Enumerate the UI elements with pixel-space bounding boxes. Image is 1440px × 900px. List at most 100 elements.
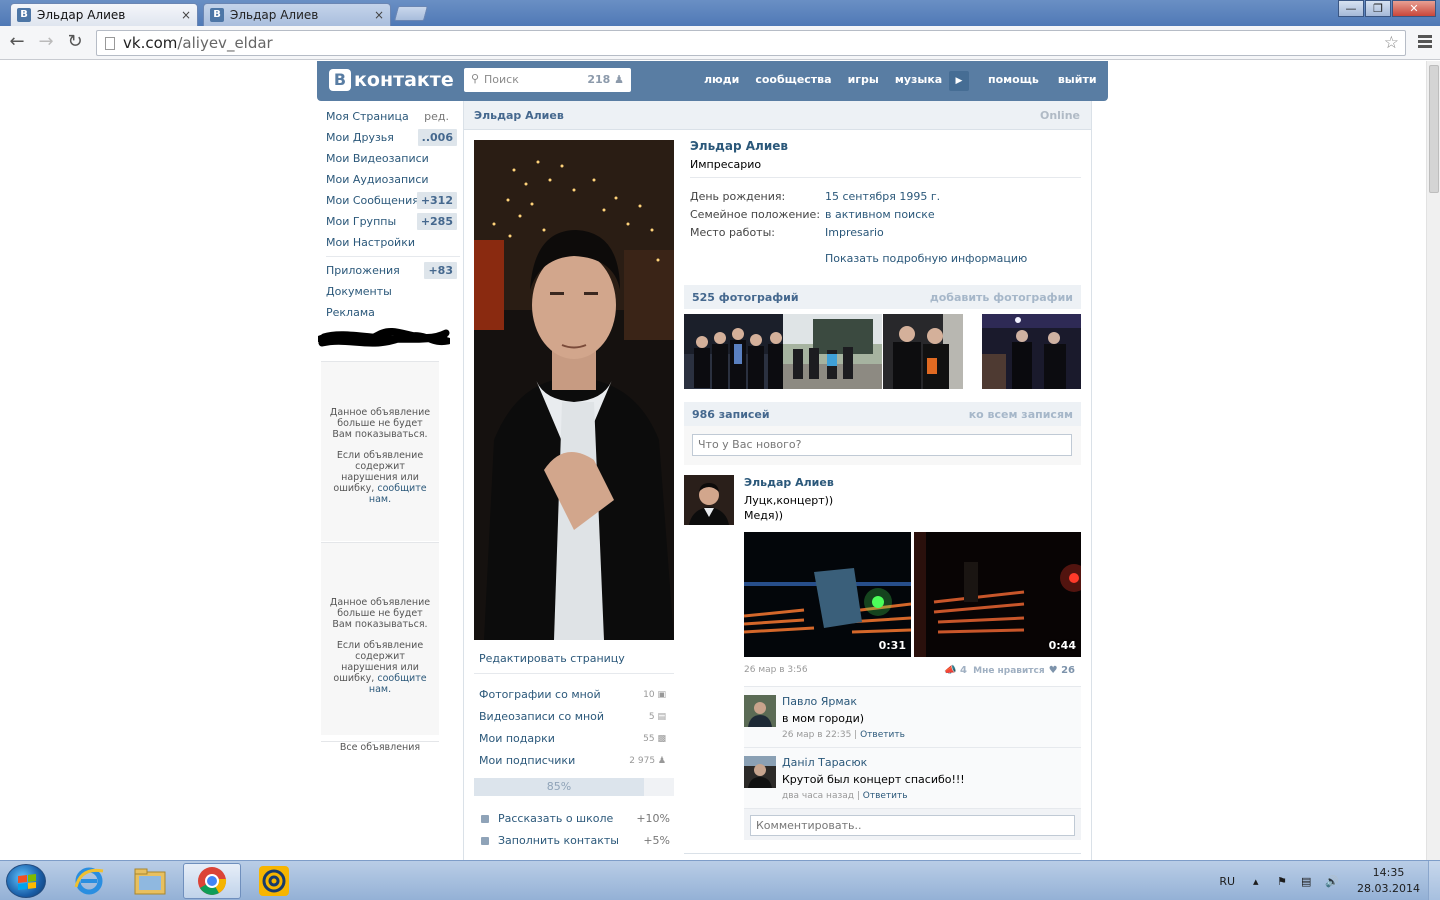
mail-agent-icon [259, 866, 289, 896]
language-indicator[interactable]: RU [1219, 875, 1235, 888]
menu-my-groups[interactable]: Мои Группы +285 [320, 211, 460, 232]
back-arrow-icon[interactable]: ← [6, 32, 28, 54]
profile-status[interactable]: Импресарио [690, 158, 761, 171]
like-button[interactable]: Мне нравится ♥ 26 [973, 665, 1075, 676]
school-icon [481, 815, 489, 823]
menu-my-settings[interactable]: Мои Настройки [320, 232, 460, 253]
add-photos-link[interactable]: добавить фотографии [930, 291, 1073, 304]
divider [690, 177, 1081, 178]
scrollbar-thumb[interactable] [1429, 65, 1439, 193]
page-title: Эльдар Алиев [474, 109, 564, 122]
maximize-button[interactable]: ❐ [1365, 0, 1391, 17]
comment-author[interactable]: Павло Ярмак [782, 695, 857, 708]
new-tab-button[interactable] [393, 6, 429, 21]
share-button[interactable]: 📣 4 [944, 665, 967, 676]
report-ad-link[interactable]: сообщите нам. [369, 483, 427, 505]
online-friends-count[interactable]: 218 ♟ [587, 73, 624, 86]
reply-link[interactable]: Ответить [860, 730, 905, 740]
comment-author[interactable]: Даніл Тарасюк [782, 756, 867, 769]
edit-page-link[interactable]: Редактировать страницу [474, 648, 674, 674]
photo-thumb[interactable] [981, 314, 1081, 389]
start-button[interactable] [6, 864, 46, 898]
address-bar[interactable]: vk.com/aliyev_eldar ☆ [96, 30, 1406, 56]
post-author-name[interactable]: Эльдар Алиев [744, 476, 834, 489]
bookmark-star-icon[interactable]: ☆ [1384, 33, 1399, 53]
comment-avatar[interactable] [744, 695, 776, 727]
minimize-button[interactable]: — [1338, 0, 1364, 17]
post-date[interactable]: 26 мар в 3:56 [744, 665, 808, 675]
taskbar-explorer[interactable] [121, 863, 179, 899]
messages-badge: +312 [416, 192, 457, 209]
photo-thumb[interactable] [684, 314, 783, 389]
nav-music[interactable]: музыка [895, 73, 942, 86]
windows-taskbar: RU ▴ ⚑ ▤ 🔊 14:35 28.03.2014 [0, 860, 1440, 900]
relationship-value[interactable]: в активном поиске [825, 208, 935, 221]
action-center-flag-icon[interactable]: ⚑ [1277, 875, 1291, 888]
profile-photo[interactable] [474, 140, 674, 640]
tab-title: Эльдар Алиев [37, 8, 126, 22]
new-post-input[interactable]: Что у Вас нового? [692, 434, 1072, 456]
menu-my-audio[interactable]: Мои Аудиозаписи [320, 169, 460, 190]
menu-ads[interactable]: Реклама [320, 302, 460, 323]
task-contacts[interactable]: Заполнить контакты +5% [474, 830, 674, 852]
search-input[interactable]: ⚲ Поиск 218 ♟ [464, 68, 631, 92]
clock[interactable]: 14:35 28.03.2014 [1357, 865, 1420, 897]
wall-count-link[interactable]: 986 записей [692, 408, 770, 421]
music-play-icon[interactable]: ▶ [949, 71, 969, 91]
report-ad-link[interactable]: сообщите нам. [369, 673, 427, 695]
tab-close-icon[interactable]: × [374, 8, 384, 22]
menu-my-page[interactable]: Моя Страница ред. [320, 106, 460, 127]
nav-people[interactable]: люди [704, 73, 739, 86]
browser-tab-active[interactable]: B Эльдар Алиев × [10, 3, 198, 26]
menu-my-videos[interactable]: Мои Видеозаписи [320, 148, 460, 169]
page-scrollbar[interactable] [1426, 61, 1440, 860]
menu-my-friends[interactable]: Мои Друзья ..006 [320, 127, 460, 148]
nav-logout[interactable]: выйти [1058, 73, 1097, 86]
browser-menu-icon[interactable] [1418, 35, 1432, 50]
task-school[interactable]: Рассказать о школе +10% [474, 808, 674, 830]
reload-icon[interactable]: ↻ [64, 32, 86, 54]
my-followers-link[interactable]: Мои подписчики 2 975 ♟ [474, 750, 674, 772]
comment-input[interactable]: Комментировать.. [750, 815, 1075, 836]
taskbar-ie[interactable] [60, 863, 118, 899]
photos-with-me-link[interactable]: Фотографии со мной 10 ▣ [474, 684, 674, 706]
tray-arrow-icon[interactable]: ▴ [1253, 875, 1267, 888]
comment-avatar[interactable] [744, 756, 776, 788]
photos-count-link[interactable]: 525 фотографий [692, 291, 799, 304]
photo-thumb[interactable] [783, 314, 883, 389]
close-window-button[interactable]: ✕ [1392, 0, 1436, 17]
show-details-link[interactable]: Показать подробную информацию [825, 252, 1027, 265]
volume-icon[interactable]: 🔊 [1325, 875, 1339, 888]
video-attachment[interactable]: 0:31 [744, 532, 911, 657]
edit-link[interactable]: ред. [424, 106, 449, 127]
nav-communities[interactable]: сообщества [755, 73, 831, 86]
browser-tab[interactable]: B Эльдар Алиев × [203, 3, 391, 26]
browser-tabstrip: B Эльдар Алиев × B Эльдар Алиев × — ❐ ✕ [0, 0, 1440, 26]
nav-help[interactable]: помощь [988, 73, 1039, 86]
nav-games[interactable]: игры [848, 73, 879, 86]
all-posts-link[interactable]: ко всем записям [969, 408, 1073, 421]
divider [684, 853, 1081, 854]
comment: Павло Ярмак в мом городи) 26 мар в 22:35… [744, 686, 1081, 747]
birthday-value[interactable]: 15 сентября 1995 г. [825, 190, 940, 203]
my-gifts-link[interactable]: Мои подарки 55 ▩ [474, 728, 674, 750]
photo-thumb[interactable] [882, 314, 982, 389]
forward-arrow-icon[interactable]: → [35, 32, 57, 54]
video-attachment[interactable]: 0:44 [914, 532, 1081, 657]
taskbar-chrome[interactable] [183, 863, 241, 899]
vk-logo[interactable]: В контакте [329, 69, 454, 91]
show-desktop-button[interactable] [1428, 861, 1440, 900]
menu-documents[interactable]: Документы [320, 281, 460, 302]
menu-my-messages[interactable]: Мои Сообщения +312 [320, 190, 460, 211]
reply-link[interactable]: Ответить [863, 791, 908, 801]
tab-close-icon[interactable]: × [181, 8, 191, 22]
videos-with-me-link[interactable]: Видеозаписи со мной 5 ▤ [474, 706, 674, 728]
taskbar-mail-agent[interactable] [245, 863, 303, 899]
work-value[interactable]: Impresario [825, 226, 884, 239]
profile-completion-bar[interactable]: 85% [474, 778, 674, 796]
network-icon[interactable]: ▤ [1301, 875, 1315, 888]
all-ads-link[interactable]: Все объявления [321, 741, 439, 753]
menu-apps[interactable]: Приложения +83 [320, 260, 460, 281]
post-author-avatar[interactable] [684, 475, 734, 525]
menu-divider [326, 256, 460, 257]
